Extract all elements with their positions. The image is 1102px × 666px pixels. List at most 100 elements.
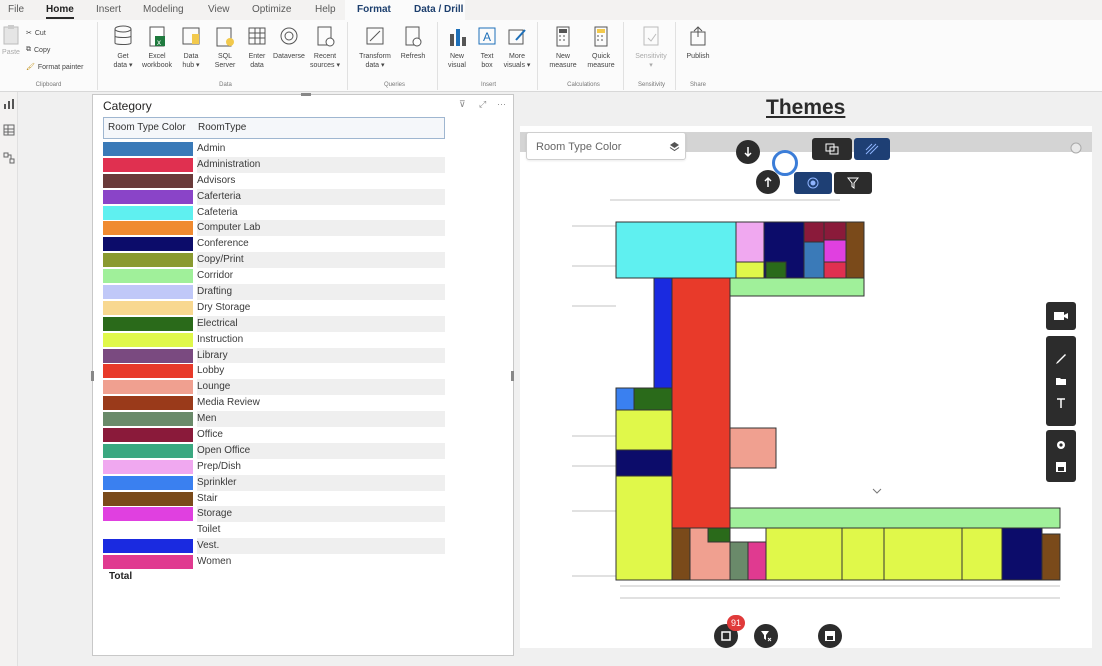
chevron-down-icon[interactable] xyxy=(872,488,882,496)
camera-button[interactable] xyxy=(1046,302,1076,330)
table-row[interactable]: Dry Storage xyxy=(103,300,447,316)
copy-button[interactable]: ⧉ Copy xyxy=(26,46,50,54)
recent-sources-button[interactable]: Recent sources ▾ xyxy=(308,24,342,70)
table-title: Category xyxy=(103,99,152,113)
sql-server-button[interactable]: SQL Server xyxy=(208,24,242,70)
table-row[interactable]: Media Review xyxy=(103,395,447,411)
table-row[interactable]: Storage xyxy=(103,506,447,523)
more-visuals-button[interactable]: More visuals ▾ xyxy=(500,24,534,70)
hatch-button[interactable] xyxy=(854,138,890,160)
themes-title: Themes xyxy=(766,96,846,119)
category-table-visual[interactable]: Category ⊽ ⤢ ··· Room Type Color RoomTyp… xyxy=(91,93,514,656)
table-row[interactable]: Cafeteria xyxy=(103,205,447,221)
table-row[interactable]: Library xyxy=(103,347,447,364)
floor-plan-visual[interactable]: Room Type Color xyxy=(520,126,1092,648)
resize-handle-right[interactable] xyxy=(511,371,514,381)
report-view-icon[interactable] xyxy=(3,98,15,110)
table-row[interactable]: Toilet xyxy=(103,522,447,538)
more-options-icon[interactable]: ··· xyxy=(497,99,506,109)
tab-view[interactable]: View xyxy=(208,4,230,15)
table-row[interactable]: Sprinkler xyxy=(103,474,447,491)
collapse-icon[interactable] xyxy=(1070,142,1082,154)
tab-insert[interactable]: Insert xyxy=(96,4,121,15)
tab-format[interactable]: Format xyxy=(357,4,391,15)
tab-modeling[interactable]: Modeling xyxy=(143,4,184,15)
color-swatch xyxy=(103,157,193,172)
tab-optimize[interactable]: Optimize xyxy=(252,4,291,15)
table-row[interactable]: Vest. xyxy=(103,538,447,555)
table-row[interactable]: Stair xyxy=(103,491,447,507)
data-group: Get data ▾ x Excel workbook Data hub ▾ S… xyxy=(104,22,348,90)
room-type-color-dropdown[interactable]: Room Type Color xyxy=(526,132,686,160)
new-measure-button[interactable]: New measure xyxy=(546,24,580,70)
tab-data-drill[interactable]: Data / Drill xyxy=(414,4,463,15)
filter-button[interactable] xyxy=(834,172,872,194)
table-row[interactable]: Advisors xyxy=(103,173,447,189)
table-row[interactable]: Lobby xyxy=(103,363,447,379)
data-hub-button[interactable]: Data hub ▾ xyxy=(174,24,208,70)
room-type-cell: Copy/Print xyxy=(197,252,445,269)
table-view-icon[interactable] xyxy=(3,124,15,136)
color-swatch xyxy=(103,443,193,458)
resize-handle-top[interactable] xyxy=(301,93,311,96)
pencil-icon[interactable] xyxy=(1055,353,1067,365)
resize-handle-left[interactable] xyxy=(91,371,94,381)
column-header-roomtype[interactable]: RoomType xyxy=(198,122,246,133)
gear-icon[interactable] xyxy=(1055,439,1067,451)
table-row[interactable]: Men xyxy=(103,411,447,428)
tab-home[interactable]: Home xyxy=(46,4,74,19)
save-icon[interactable] xyxy=(1055,461,1067,473)
quick-measure-button[interactable]: Quick measure xyxy=(584,24,618,70)
table-row[interactable]: Instruction xyxy=(103,332,447,348)
tab-help[interactable]: Help xyxy=(315,4,336,15)
table-row[interactable]: Computer Lab xyxy=(103,220,447,237)
cut-button[interactable]: ✂ Cut xyxy=(26,29,46,38)
table-row[interactable]: Office xyxy=(103,427,447,443)
table-row[interactable]: Administration xyxy=(103,156,447,173)
arrow-up-icon xyxy=(764,176,772,187)
table-row[interactable]: Drafting xyxy=(103,284,447,300)
record-button[interactable] xyxy=(794,172,832,194)
table-row[interactable]: Prep/Dish xyxy=(103,459,447,475)
room-type-cell: Cafeteria xyxy=(197,206,238,218)
move-up-button[interactable] xyxy=(756,170,780,194)
table-row[interactable]: Admin xyxy=(103,141,447,157)
tab-file[interactable]: File xyxy=(8,4,24,15)
enter-data-button[interactable]: Enter data xyxy=(240,24,274,70)
sensitivity-button[interactable]: Sensitivity ▾ xyxy=(634,24,668,70)
color-swatch xyxy=(103,364,193,379)
table-row[interactable]: Corridor xyxy=(103,268,447,284)
format-painter-button[interactable]: 🖌 Format painter xyxy=(26,63,83,72)
dataverse-button[interactable]: Dataverse xyxy=(272,24,306,61)
paste-button[interactable]: Paste xyxy=(0,24,22,57)
folder-icon[interactable] xyxy=(1055,375,1067,387)
move-down-button[interactable] xyxy=(736,140,760,164)
model-view-icon[interactable] xyxy=(3,152,15,164)
clear-filter-button[interactable] xyxy=(754,624,778,648)
table-row[interactable]: Women xyxy=(103,554,447,570)
table-row[interactable]: Copy/Print xyxy=(103,252,447,269)
table-row[interactable]: Open Office xyxy=(103,442,447,459)
table-row[interactable]: Lounge xyxy=(103,379,447,396)
filter-icon[interactable]: ⊽ xyxy=(459,99,466,110)
table-row[interactable]: Caferteria xyxy=(103,188,447,205)
refresh-button[interactable]: Refresh xyxy=(396,24,430,61)
focus-mode-icon[interactable]: ⤢ xyxy=(479,99,486,110)
column-header-color[interactable]: Room Type Color xyxy=(108,122,186,133)
new-visual-button[interactable]: New visual xyxy=(440,24,474,70)
table-row[interactable]: Electrical xyxy=(103,315,447,332)
text-box-button[interactable]: A Text box xyxy=(470,24,504,70)
selection-count-badge: 91 xyxy=(727,615,745,631)
table-row[interactable]: Conference xyxy=(103,236,447,252)
copy-layer-button[interactable] xyxy=(812,138,852,160)
text-tool-icon[interactable] xyxy=(1055,397,1067,409)
color-swatch xyxy=(103,491,193,506)
save-view-button[interactable] xyxy=(818,624,842,648)
room-type-cell: Office xyxy=(197,429,223,441)
publish-button[interactable]: Publish xyxy=(681,24,715,61)
transform-data-button[interactable]: Transform data ▾ xyxy=(358,24,392,70)
get-data-button[interactable]: Get data ▾ xyxy=(106,24,140,70)
excel-workbook-button[interactable]: x Excel workbook xyxy=(140,24,174,70)
color-swatch xyxy=(103,523,193,538)
color-swatch xyxy=(103,459,193,474)
